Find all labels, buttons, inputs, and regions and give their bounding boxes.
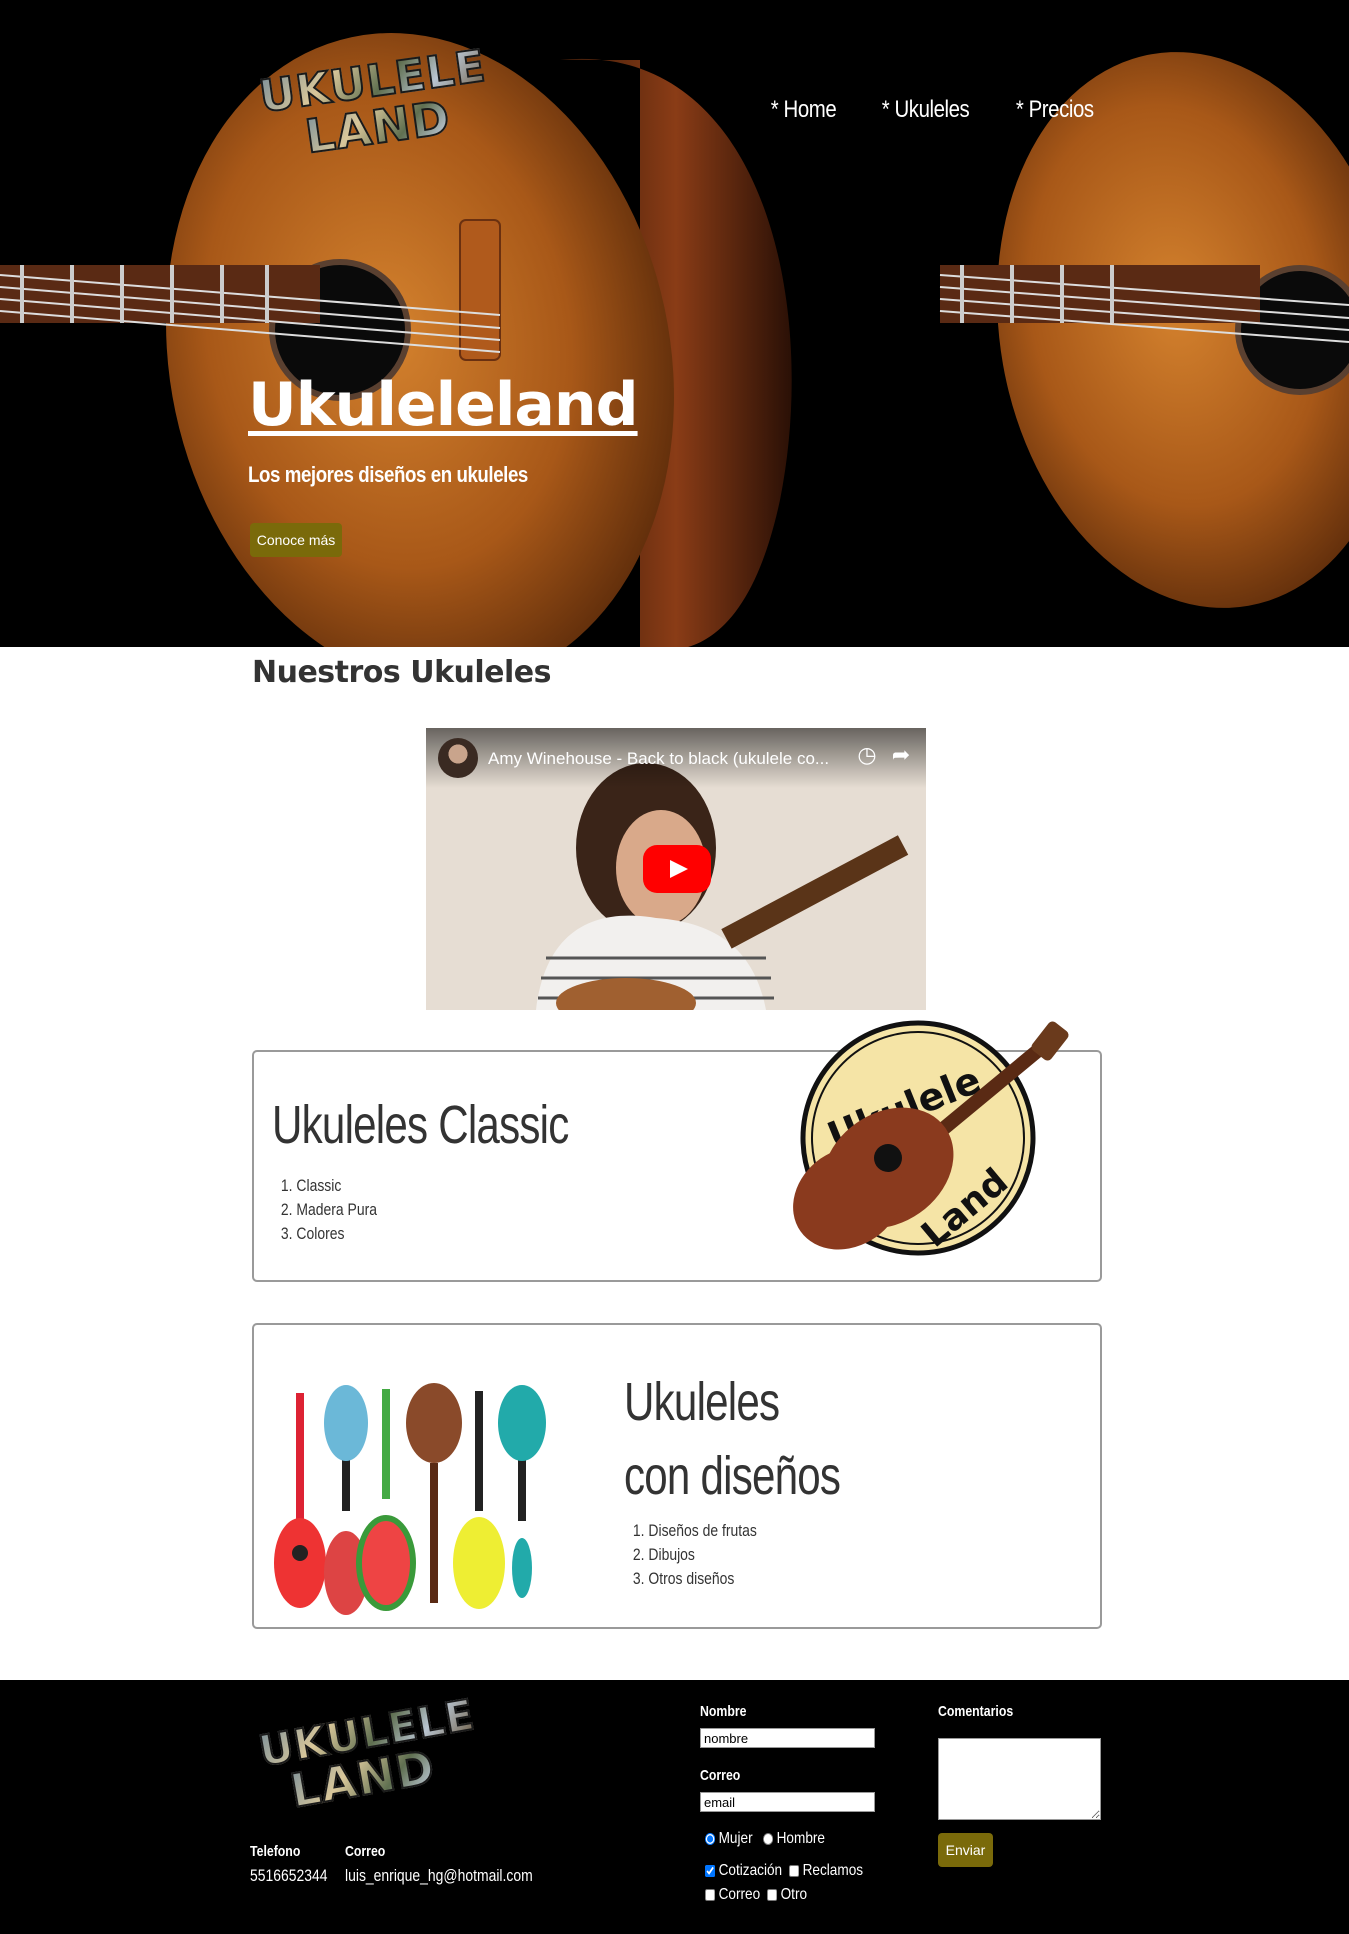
list-item: Diseños de frutas (648, 1519, 756, 1543)
list-item: Classic (296, 1174, 377, 1198)
topic-otro-option[interactable]: Otro (767, 1886, 807, 1904)
conoce-mas-button[interactable]: Conoce más (250, 523, 342, 557)
list-item: Colores (296, 1222, 377, 1246)
email-input[interactable] (700, 1792, 875, 1812)
comments-label: Comentarios (938, 1703, 1014, 1720)
nav-ukuleles-link[interactable]: * Ukuleles (882, 96, 970, 124)
phone-label: Telefono (250, 1843, 301, 1860)
gender-hombre-option[interactable]: Hombre (763, 1830, 825, 1848)
list-item: Otros diseños (648, 1567, 756, 1591)
card-title: Ukuleles Classic (272, 1095, 569, 1155)
enviar-button[interactable]: Enviar (938, 1833, 993, 1867)
channel-avatar[interactable] (438, 738, 478, 778)
nav-precios-link[interactable]: * Precios (1016, 96, 1094, 124)
hero-subtitle: Los mejores diseños en ukuleles (248, 462, 528, 487)
nav-home-link[interactable]: * Home (771, 96, 837, 124)
youtube-video-embed[interactable]: Amy Winehouse - Back to black (ukulele c… (426, 728, 926, 1010)
hero-title: Ukuleleland (248, 370, 639, 440)
list-item: Dibujos (648, 1543, 756, 1567)
card-title-line1: Ukuleles (624, 1372, 780, 1432)
topic-cotizacion-checkbox[interactable] (705, 1865, 716, 1877)
phone-value: 5516652344 (250, 1866, 328, 1885)
ukulele-land-badge: Ukulele Land (788, 1018, 1078, 1258)
clock-icon[interactable]: ◷ (854, 742, 880, 768)
email-form-label: Correo (700, 1767, 741, 1784)
badge-image: Ukulele Land (793, 1020, 1069, 1256)
gender-mujer-option[interactable]: Mujer (705, 1830, 753, 1848)
email-label: Correo (345, 1843, 386, 1860)
comments-textarea[interactable] (938, 1738, 1101, 1820)
play-button[interactable] (643, 845, 711, 893)
list-item: Madera Pura (296, 1198, 377, 1222)
main-nav: * Home * Ukuleles * Precios (765, 96, 1101, 124)
card-list: Diseños de frutas Dibujos Otros diseños (632, 1519, 756, 1591)
card-title-line2: con diseños (624, 1446, 841, 1506)
gender-hombre-radio[interactable] (763, 1833, 774, 1845)
video-title[interactable]: Amy Winehouse - Back to black (ukulele c… (488, 749, 829, 769)
topic-cotizacion-option[interactable]: Cotización (705, 1862, 782, 1880)
hero-ukulele-image (0, 0, 1349, 647)
topic-correo-option[interactable]: Correo (705, 1886, 760, 1904)
name-label: Nombre (700, 1703, 747, 1720)
card-list: Classic Madera Pura Colores (280, 1174, 377, 1246)
topic-reclamos-option[interactable]: Reclamos (789, 1862, 863, 1880)
topic-otro-checkbox[interactable] (767, 1889, 778, 1901)
section-title: Nuestros Ukuleles (252, 655, 552, 690)
topic-correo-checkbox[interactable] (705, 1889, 716, 1901)
share-icon[interactable]: ➦ (888, 742, 914, 768)
site-footer (0, 1680, 1349, 1934)
hero-banner: UKULELE LAND * Home * Ukuleles * Precios… (0, 0, 1349, 647)
email-value: luis_enrique_hg@hotmail.com (345, 1866, 533, 1885)
gender-mujer-radio[interactable] (705, 1833, 716, 1845)
topic-reclamos-checkbox[interactable] (789, 1865, 800, 1877)
name-input[interactable] (700, 1728, 875, 1748)
colorful-ukuleles-image (274, 1383, 546, 1615)
card-ukuleles-disenos: Ukuleles con diseños Diseños de frutas D… (252, 1323, 1102, 1629)
